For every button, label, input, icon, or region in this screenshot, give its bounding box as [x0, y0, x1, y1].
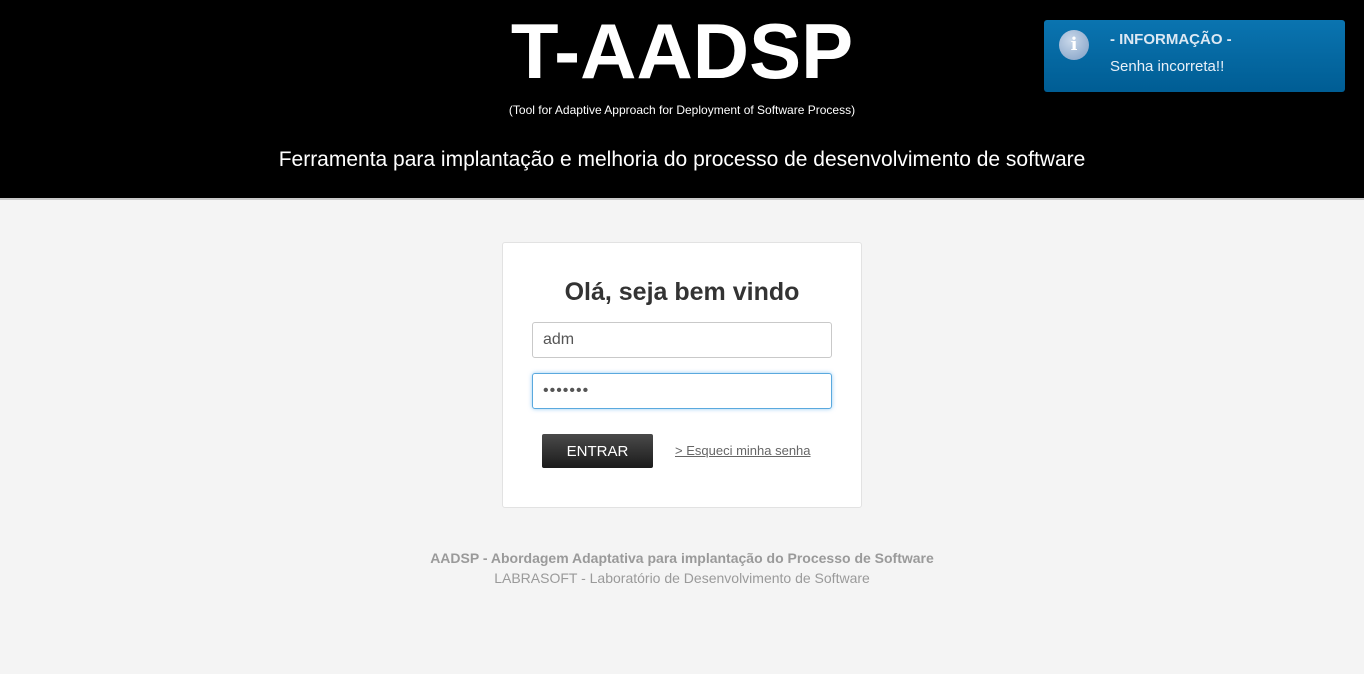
info-icon: i: [1059, 30, 1089, 60]
footer-lab-name: LABRASOFT - Laboratório de Desenvolvimen…: [494, 570, 870, 586]
welcome-heading: Olá, seja bem vindo: [564, 278, 800, 306]
username-input[interactable]: [532, 322, 832, 358]
login-card: Olá, seja bem vindo ENTRAR > Esqueci min…: [502, 242, 862, 508]
app-subtitle: (Tool for Adaptive Approach for Deployme…: [508, 103, 856, 117]
footer-project-name: AADSP - Abordagem Adaptativa para implan…: [430, 550, 934, 566]
page-header: T-AADSP (Tool for Adaptive Approach for …: [0, 0, 1364, 200]
password-input[interactable]: [532, 373, 832, 409]
notification-title: - INFORMAÇÃO -: [1110, 31, 1232, 48]
app-tagline: Ferramenta para implantação e melhoria d…: [278, 148, 1086, 171]
forgot-password-link[interactable]: > Esqueci minha senha: [675, 442, 811, 460]
info-notification[interactable]: i - INFORMAÇÃO - Senha incorreta!!: [1044, 20, 1345, 92]
notification-message: Senha incorreta!!: [1110, 58, 1225, 75]
login-button[interactable]: ENTRAR: [542, 434, 653, 468]
